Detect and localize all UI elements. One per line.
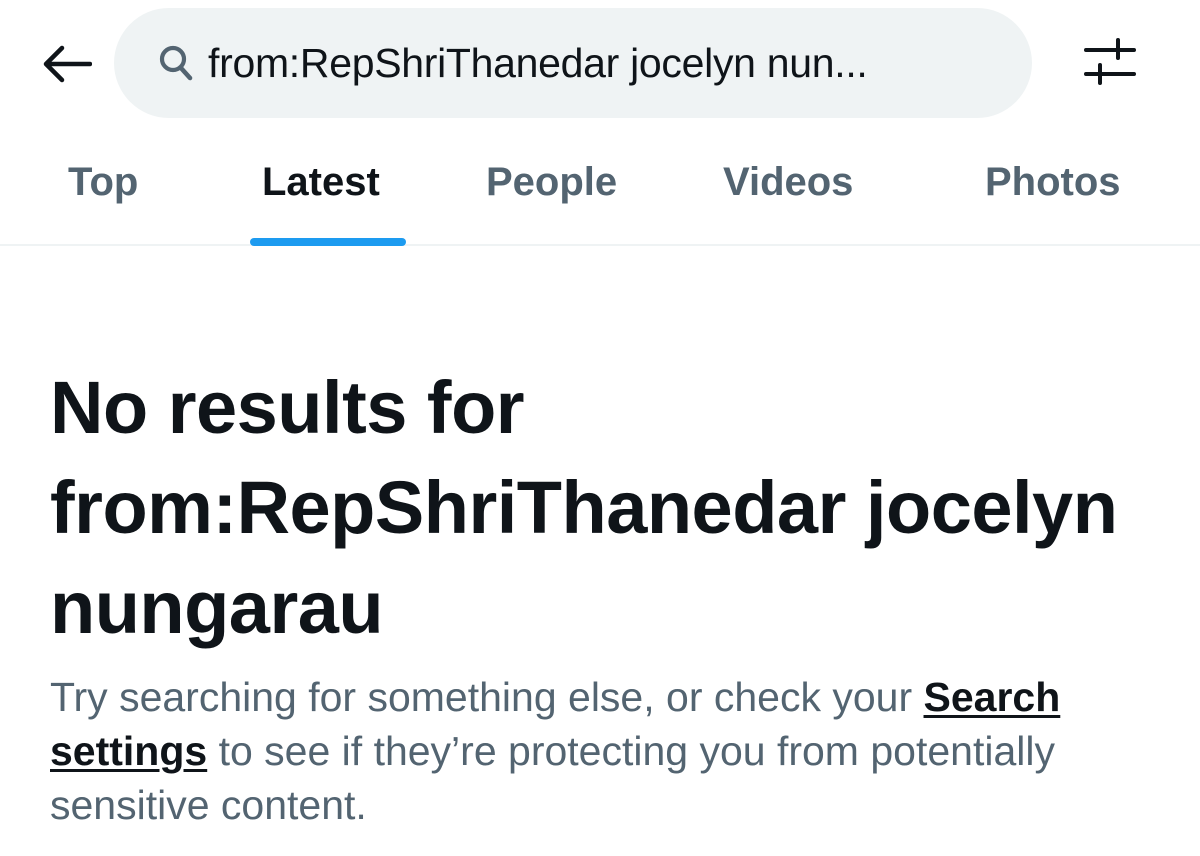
tab-videos[interactable]: Videos — [723, 160, 853, 205]
search-icon — [156, 43, 196, 83]
search-query-text: from:RepShriThanedar jocelyn nun... — [208, 39, 868, 86]
search-tabs: Top Latest People Videos Photos — [0, 140, 1200, 246]
empty-state-title: No results for from:RepShriThanedar joce… — [50, 366, 1118, 649]
search-input[interactable]: from:RepShriThanedar jocelyn nun... — [114, 8, 1032, 118]
back-button[interactable] — [36, 38, 96, 94]
arrow-left-icon — [40, 44, 93, 89]
tab-photos[interactable]: Photos — [985, 160, 1121, 205]
empty-state-text-before: Try searching for something else, or che… — [50, 674, 924, 720]
tab-latest[interactable]: Latest — [262, 160, 380, 205]
sliders-icon — [1082, 36, 1138, 93]
active-tab-indicator — [250, 238, 406, 246]
empty-state-message: Try searching for something else, or che… — [50, 670, 1160, 832]
tab-top[interactable]: Top — [68, 160, 138, 205]
tab-people[interactable]: People — [486, 160, 617, 205]
search-filter-button[interactable] — [1080, 36, 1140, 92]
top-bar: from:RepShriThanedar jocelyn nun... — [0, 0, 1200, 130]
